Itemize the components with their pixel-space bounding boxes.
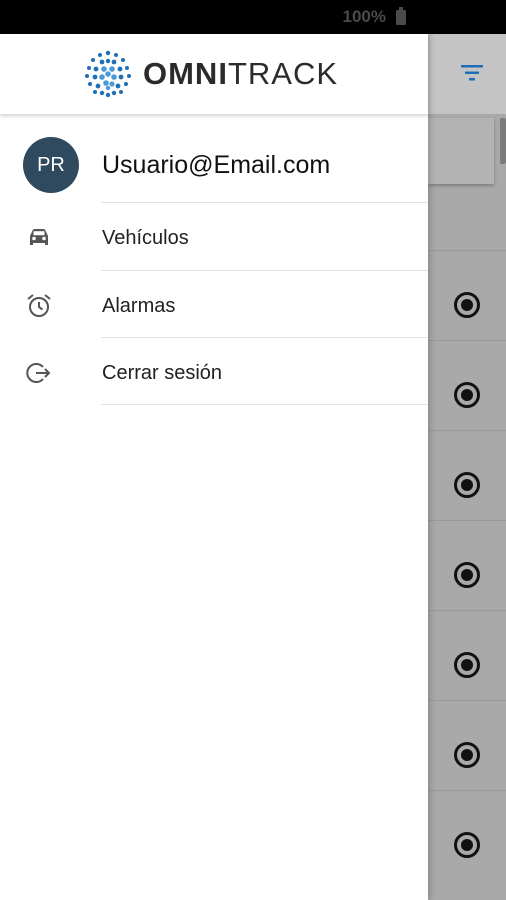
user-profile-row[interactable]: PR Usuario@Email.com xyxy=(0,115,428,203)
menu-item-alarmas[interactable]: Alarmas xyxy=(0,271,428,338)
background-card xyxy=(428,118,494,184)
radio-selected-icon[interactable] xyxy=(454,742,480,768)
battery-percentage: 100% xyxy=(342,7,386,26)
list-item[interactable] xyxy=(428,610,506,700)
background-toolbar xyxy=(428,34,506,114)
logo-text-regular: TRACK xyxy=(227,56,339,91)
drawer-header: OMNITRACK xyxy=(0,34,428,115)
avatar[interactable]: PR xyxy=(23,137,79,193)
logout-icon xyxy=(26,363,51,383)
list-item[interactable] xyxy=(428,700,506,790)
radio-selected-icon[interactable] xyxy=(454,652,480,678)
menu-item-label: Cerrar sesión xyxy=(102,362,223,384)
background-app-scrim[interactable] xyxy=(428,34,506,900)
radio-selected-icon[interactable] xyxy=(454,382,480,408)
scrollbar[interactable] xyxy=(500,118,506,164)
background-list xyxy=(428,250,506,880)
menu-item-cerrar-sesion[interactable]: Cerrar sesión xyxy=(0,338,428,405)
menu-item-vehiculos[interactable]: Vehículos xyxy=(0,203,428,270)
navigation-drawer: OMNITRACK PR Usuario@Email.com Vehículos… xyxy=(0,34,428,900)
radio-selected-icon[interactable] xyxy=(454,472,480,498)
divider xyxy=(101,404,428,405)
logo-text: OMNITRACK xyxy=(143,56,338,92)
logo-text-bold: OMNI xyxy=(143,56,228,91)
list-item[interactable] xyxy=(428,520,506,610)
list-item[interactable] xyxy=(428,790,506,880)
globe-dots-icon xyxy=(85,50,131,98)
radio-selected-icon[interactable] xyxy=(454,292,480,318)
battery-icon xyxy=(396,7,406,25)
radio-selected-icon[interactable] xyxy=(454,562,480,588)
car-icon xyxy=(30,229,48,245)
omnitrack-logo: OMNITRACK xyxy=(81,47,338,101)
alarm-clock-icon xyxy=(27,294,51,317)
list-item[interactable] xyxy=(428,430,506,520)
status-bar: 100% xyxy=(0,0,506,34)
radio-selected-icon[interactable] xyxy=(454,832,480,858)
menu-item-label: Alarmas xyxy=(102,295,176,317)
menu-item-label: Vehículos xyxy=(102,227,189,249)
list-item[interactable] xyxy=(428,250,506,340)
list-item[interactable] xyxy=(428,340,506,430)
filter-icon[interactable] xyxy=(461,65,483,81)
user-email: Usuario@Email.com xyxy=(102,151,331,179)
